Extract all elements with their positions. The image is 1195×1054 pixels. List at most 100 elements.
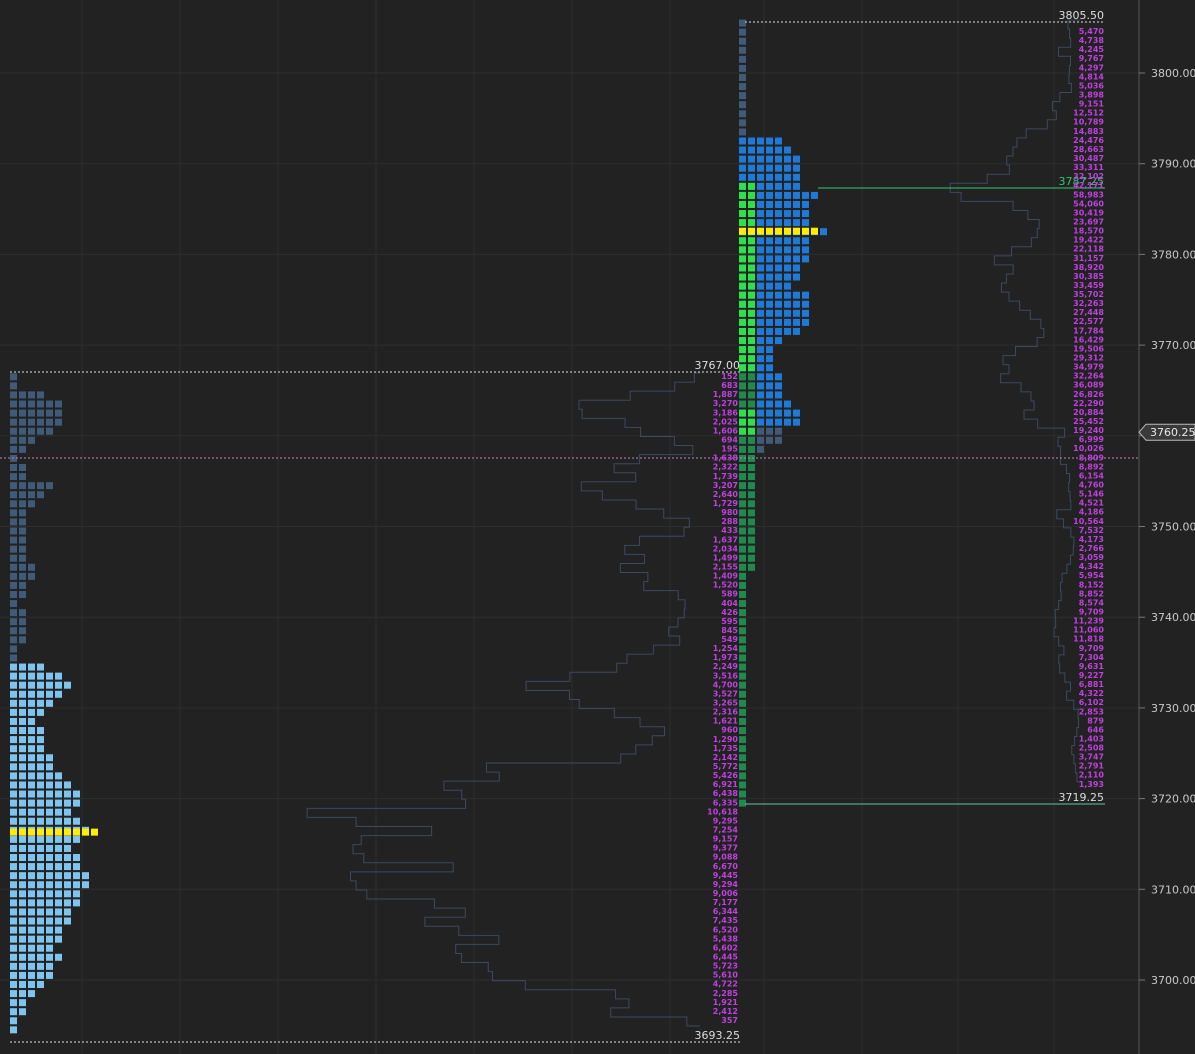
profile-cell bbox=[64, 854, 71, 862]
profile-cell bbox=[811, 191, 818, 199]
profile-cell bbox=[820, 228, 827, 236]
profile-cell bbox=[37, 391, 44, 399]
volume-label: 1,621 bbox=[713, 717, 739, 726]
volume-label: 34,979 bbox=[1073, 363, 1104, 372]
profile-cell-green bbox=[739, 545, 746, 553]
profile-cell bbox=[793, 273, 800, 281]
profile-cell bbox=[739, 146, 746, 154]
profile-cell bbox=[739, 101, 746, 109]
profile-cell bbox=[802, 191, 809, 199]
profile-cell-green bbox=[739, 699, 746, 707]
volume-label: 9,767 bbox=[1079, 54, 1104, 63]
profile-cell-green bbox=[739, 509, 746, 517]
volume-label: 2,142 bbox=[713, 753, 738, 762]
profile-cell bbox=[766, 300, 773, 308]
volume-label: 6,335 bbox=[713, 798, 739, 807]
profile-cell bbox=[784, 219, 791, 227]
volume-label: 1,409 bbox=[713, 572, 739, 581]
volume-label: 195 bbox=[721, 445, 738, 454]
profile-cell bbox=[784, 418, 791, 426]
volume-label: 1,637 bbox=[713, 535, 738, 544]
volume-label: 23,697 bbox=[1073, 217, 1104, 226]
profile-cell-green bbox=[748, 418, 755, 426]
profile-cell bbox=[775, 137, 782, 145]
volume-label: 4,245 bbox=[1079, 45, 1105, 54]
volume-label: 6,102 bbox=[1079, 698, 1104, 707]
profile-cell bbox=[10, 926, 17, 934]
profile-cell bbox=[19, 609, 26, 617]
current-price-label: 3760.25 bbox=[1150, 426, 1195, 439]
profile-cell-green bbox=[739, 763, 746, 771]
profile-cell bbox=[46, 763, 53, 771]
profile-cell bbox=[46, 854, 53, 862]
profile-cell bbox=[28, 400, 35, 408]
profile-cell bbox=[37, 482, 44, 490]
market-profile-chart[interactable]: 3805.503767.003693.253787.253719.25 1526… bbox=[0, 0, 1195, 1054]
profile-cell bbox=[19, 672, 26, 680]
profile-cell-green bbox=[739, 708, 746, 716]
profile-cell bbox=[775, 173, 782, 181]
profile-cell bbox=[739, 55, 746, 63]
volume-label: 7,177 bbox=[713, 898, 738, 907]
volume-label: 1,973 bbox=[713, 653, 738, 662]
profile-cell bbox=[55, 781, 62, 789]
profile-cell-green bbox=[739, 409, 746, 417]
profile-cell bbox=[10, 953, 17, 961]
profile-cell bbox=[766, 418, 773, 426]
profile-cell bbox=[739, 19, 746, 27]
volume-label: 6,154 bbox=[1079, 471, 1105, 480]
profile-cell bbox=[784, 164, 791, 172]
volume-label: 5,954 bbox=[1079, 571, 1105, 580]
profile-cell bbox=[10, 627, 17, 635]
profile-cell bbox=[19, 990, 26, 998]
volume-label: 1,606 bbox=[713, 426, 739, 435]
volume-label: 1,290 bbox=[713, 735, 739, 744]
profile-cell bbox=[784, 246, 791, 254]
profile-cell bbox=[739, 92, 746, 100]
profile-cell bbox=[766, 364, 773, 372]
profile-cell bbox=[757, 191, 764, 199]
profile-cell bbox=[766, 337, 773, 345]
profile-cell bbox=[775, 255, 782, 263]
profile-cell bbox=[46, 935, 53, 943]
profile-cell bbox=[28, 790, 35, 798]
profile-cell bbox=[64, 863, 71, 871]
profile-cell bbox=[73, 854, 80, 862]
volume-label: 8,152 bbox=[1079, 580, 1104, 589]
profile-cell bbox=[28, 881, 35, 889]
profile-cell bbox=[775, 219, 782, 227]
profile-cell bbox=[28, 899, 35, 907]
profile-cell bbox=[37, 944, 44, 952]
profile-cell bbox=[19, 935, 26, 943]
profile-cell-green bbox=[748, 464, 755, 472]
profile-cell-green bbox=[748, 409, 755, 417]
volume-label: 1,739 bbox=[713, 472, 739, 481]
profile-cell bbox=[37, 790, 44, 798]
profile-cell bbox=[802, 255, 809, 263]
poc-cell bbox=[793, 227, 800, 235]
profile-cell bbox=[766, 409, 773, 417]
price-tick-label: 3710.00 bbox=[1151, 883, 1195, 896]
volume-label: 27,448 bbox=[1073, 308, 1104, 317]
profile-cell bbox=[748, 173, 755, 181]
profile-cell bbox=[10, 509, 17, 517]
volume-label: 22,118 bbox=[1073, 245, 1104, 254]
profile-cell bbox=[64, 817, 71, 825]
volume-label: 2,853 bbox=[1079, 707, 1104, 716]
profile-cell bbox=[55, 854, 62, 862]
volume-label: 288 bbox=[721, 517, 738, 526]
profile-cell bbox=[19, 409, 26, 417]
profile-cell-green bbox=[739, 600, 746, 608]
profile-cell bbox=[748, 137, 755, 145]
profile-cell bbox=[28, 835, 35, 843]
profile-cell bbox=[19, 727, 26, 735]
profile-cell bbox=[766, 191, 773, 199]
profile-cell bbox=[757, 173, 764, 181]
profile-cell bbox=[10, 835, 17, 843]
profile-cell bbox=[37, 681, 44, 689]
profile-cell bbox=[37, 908, 44, 916]
profile-cell bbox=[37, 899, 44, 907]
profile-cell bbox=[10, 999, 17, 1007]
profile-cell-green bbox=[748, 400, 755, 408]
profile-cell bbox=[802, 300, 809, 308]
